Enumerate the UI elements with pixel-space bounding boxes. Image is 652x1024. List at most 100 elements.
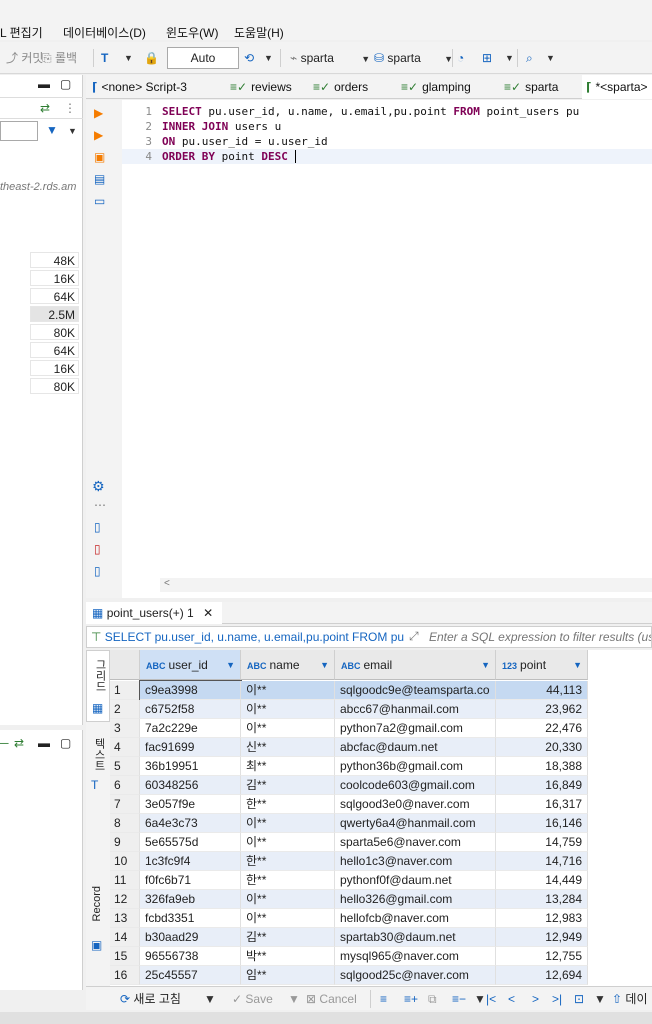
cell-user-id[interactable]: c6752f58 (140, 700, 241, 719)
cell-point[interactable]: 14,449 (496, 871, 588, 890)
tab-sparta-active[interactable]: ⌈ *<sparta> (582, 75, 652, 99)
filter-icon[interactable]: ▼ (46, 123, 58, 137)
cell-email[interactable]: mysql965@naver.com (335, 947, 496, 966)
tab-text[interactable]: 텍스트 T (86, 734, 110, 798)
menu-sql-editor[interactable]: L 편집기 (0, 24, 43, 41)
table-row[interactable]: 11 f0fc6b71 한** pythonf0f@daum.net 14,449 (110, 871, 588, 890)
cell-point[interactable]: 44,113 (496, 681, 588, 700)
cell-user-id[interactable]: f0fc6b71 (140, 871, 241, 890)
cell-point[interactable]: 12,694 (496, 966, 588, 985)
navigator-filter-input[interactable] (0, 121, 38, 141)
maximize-icon[interactable]: ▢ (60, 736, 71, 750)
table-row[interactable]: 1 c9ea3998 이** sqlgoodc9e@teamsparta.co 44,1… (110, 680, 588, 701)
sort-icon[interactable]: ▼ (320, 650, 329, 680)
cancel-button[interactable]: ⊠ Cancel (306, 987, 357, 1011)
fetch-all-icon[interactable]: ⊡ (574, 987, 584, 1011)
cell-email[interactable]: python36b@gmail.com (335, 757, 496, 776)
cell-name[interactable]: 이** (241, 814, 335, 833)
cell-name[interactable]: 최** (241, 757, 335, 776)
filter-input[interactable] (429, 628, 651, 646)
tab-sparta[interactable]: ≡✓ sparta (504, 75, 558, 99)
table-row[interactable]: 5 36b19951 최** python36b@gmail.com 18,388 (110, 757, 588, 776)
table-row[interactable]: 2 c6752f58 이** abcc67@hanmail.com 23,962 (110, 700, 588, 719)
export-data-button[interactable]: ⇧ 데이 (612, 987, 648, 1011)
cell-user-id[interactable]: c9ea3998 (139, 680, 242, 701)
edit-row-icon[interactable]: ≡ (380, 987, 387, 1011)
cell-user-id[interactable]: 25c45557 (140, 966, 241, 985)
execute-script-icon[interactable]: ▶ (94, 128, 103, 142)
minimize-icon[interactable]: ▬ (38, 736, 50, 750)
link-icon[interactable]: ⇄ (14, 736, 24, 750)
cell-user-id[interactable]: 1c3fc9f4 (140, 852, 241, 871)
cell-email[interactable]: sqlgood3e0@naver.com (335, 795, 496, 814)
cell-user-id[interactable]: fac91699 (140, 738, 241, 757)
cell-point[interactable]: 16,849 (496, 776, 588, 795)
cell-point[interactable]: 14,716 (496, 852, 588, 871)
sql-code-line[interactable]: ORDER BY point DESC ​ (162, 150, 297, 163)
table-row[interactable]: 14 b30aad29 김** spartab30@daum.net 12,949 (110, 928, 588, 947)
chevron-down-icon[interactable]: ▼ (546, 42, 555, 74)
cell-user-id[interactable]: 326fa9eb (140, 890, 241, 909)
table-row[interactable]: 15 96556738 박** mysql965@naver.com 12,755 (110, 947, 588, 966)
dashboard-icon[interactable]: ◔ (457, 42, 464, 74)
chevron-down-icon[interactable]: ▼ (68, 126, 77, 136)
cell-name[interactable]: 김** (241, 776, 335, 795)
explain-icon[interactable]: ▣ (94, 150, 105, 164)
link-icon[interactable]: ⇄ (40, 101, 50, 115)
close-icon[interactable]: ✕ (203, 606, 213, 620)
table-row[interactable]: 4 fac91699 신** abcfac@daum.net 20,330 (110, 738, 588, 757)
sql-code-line[interactable]: ON pu.user_id = u.user_id (162, 135, 328, 148)
console-icon[interactable]: ▭ (94, 194, 105, 208)
cell-point[interactable]: 16,146 (496, 814, 588, 833)
cell-point[interactable]: 12,755 (496, 947, 588, 966)
cell-user-id[interactable]: 5e65575d (140, 833, 241, 852)
cell-point[interactable]: 12,949 (496, 928, 588, 947)
lock-icon[interactable]: 🔒 (144, 42, 159, 74)
more-icon[interactable]: ⋯ (94, 498, 106, 512)
cell-point[interactable]: 16,317 (496, 795, 588, 814)
cell-email[interactable]: coolcode603@gmail.com (335, 776, 496, 795)
table-row[interactable]: 16 25c45557 임** sqlgood25c@naver.com 12,694 (110, 966, 588, 985)
cell-point[interactable]: 12,983 (496, 909, 588, 928)
tab-point-users-result[interactable]: ▦ point_users(+) 1 ✕ (86, 602, 222, 624)
rollback-button[interactable]: ⎘ 롤백 (42, 42, 77, 74)
cell-user-id[interactable]: 60348256 (140, 776, 241, 795)
cell-name[interactable]: 이** (241, 890, 335, 909)
history-icon[interactable]: ⟲ (244, 42, 254, 74)
cell-user-id[interactable]: fcbd3351 (140, 909, 241, 928)
save-file-icon[interactable]: ▯ (94, 542, 101, 556)
datasource-selector[interactable]: ⌁ sparta ▼ (290, 42, 370, 74)
cell-point[interactable]: 20,330 (496, 738, 588, 757)
sort-icon[interactable]: ▼ (226, 650, 235, 680)
cell-point[interactable]: 13,284 (496, 890, 588, 909)
chevron-down-icon[interactable]: ▼ (474, 987, 486, 1011)
delete-row-icon[interactable]: ≡− (452, 987, 466, 1011)
column-header-user-id[interactable]: ABC user_id ▼ (140, 650, 241, 680)
cell-name[interactable]: 김** (241, 928, 335, 947)
collapse-icon[interactable]: ─ (0, 736, 9, 750)
tab-orders[interactable]: ≡✓ orders (313, 75, 368, 99)
maximize-icon[interactable]: ▢ (60, 77, 71, 91)
autocommit-selector[interactable]: Auto (167, 47, 239, 69)
cell-user-id[interactable]: 6a4e3c73 (140, 814, 241, 833)
last-page-icon[interactable]: >| (552, 987, 562, 1011)
next-page-icon[interactable]: > (532, 987, 539, 1011)
cell-name[interactable]: 한** (241, 795, 335, 814)
refresh-button[interactable]: ⟳ 새로 고침 (120, 987, 181, 1011)
schema-selector[interactable]: ⛁ sparta ▼ (374, 42, 453, 74)
chevron-down-icon[interactable]: ▼ (288, 987, 300, 1011)
expand-icon[interactable]: ⤢ (409, 629, 419, 644)
table-row[interactable]: 13 fcbd3351 이** hellofcb@naver.com 12,983 (110, 909, 588, 928)
previous-page-icon[interactable]: < (508, 987, 515, 1011)
chevron-down-icon[interactable]: ▼ (124, 42, 133, 74)
chevron-down-icon[interactable]: ▼ (264, 42, 273, 74)
more-icon[interactable]: ⋮ (64, 101, 76, 115)
tab-glamping[interactable]: ≡✓ glamping (401, 75, 471, 99)
cell-email[interactable]: python7a2@gmail.com (335, 719, 496, 738)
sql-code-line[interactable]: INNER JOIN users u (162, 120, 281, 133)
column-header-name[interactable]: ABC name ▼ (241, 650, 335, 680)
save-button[interactable]: ✓ Save (232, 987, 273, 1011)
cell-name[interactable]: 이** (241, 909, 335, 928)
transaction-mode-icon[interactable]: T (101, 42, 108, 74)
cell-user-id[interactable]: b30aad29 (140, 928, 241, 947)
